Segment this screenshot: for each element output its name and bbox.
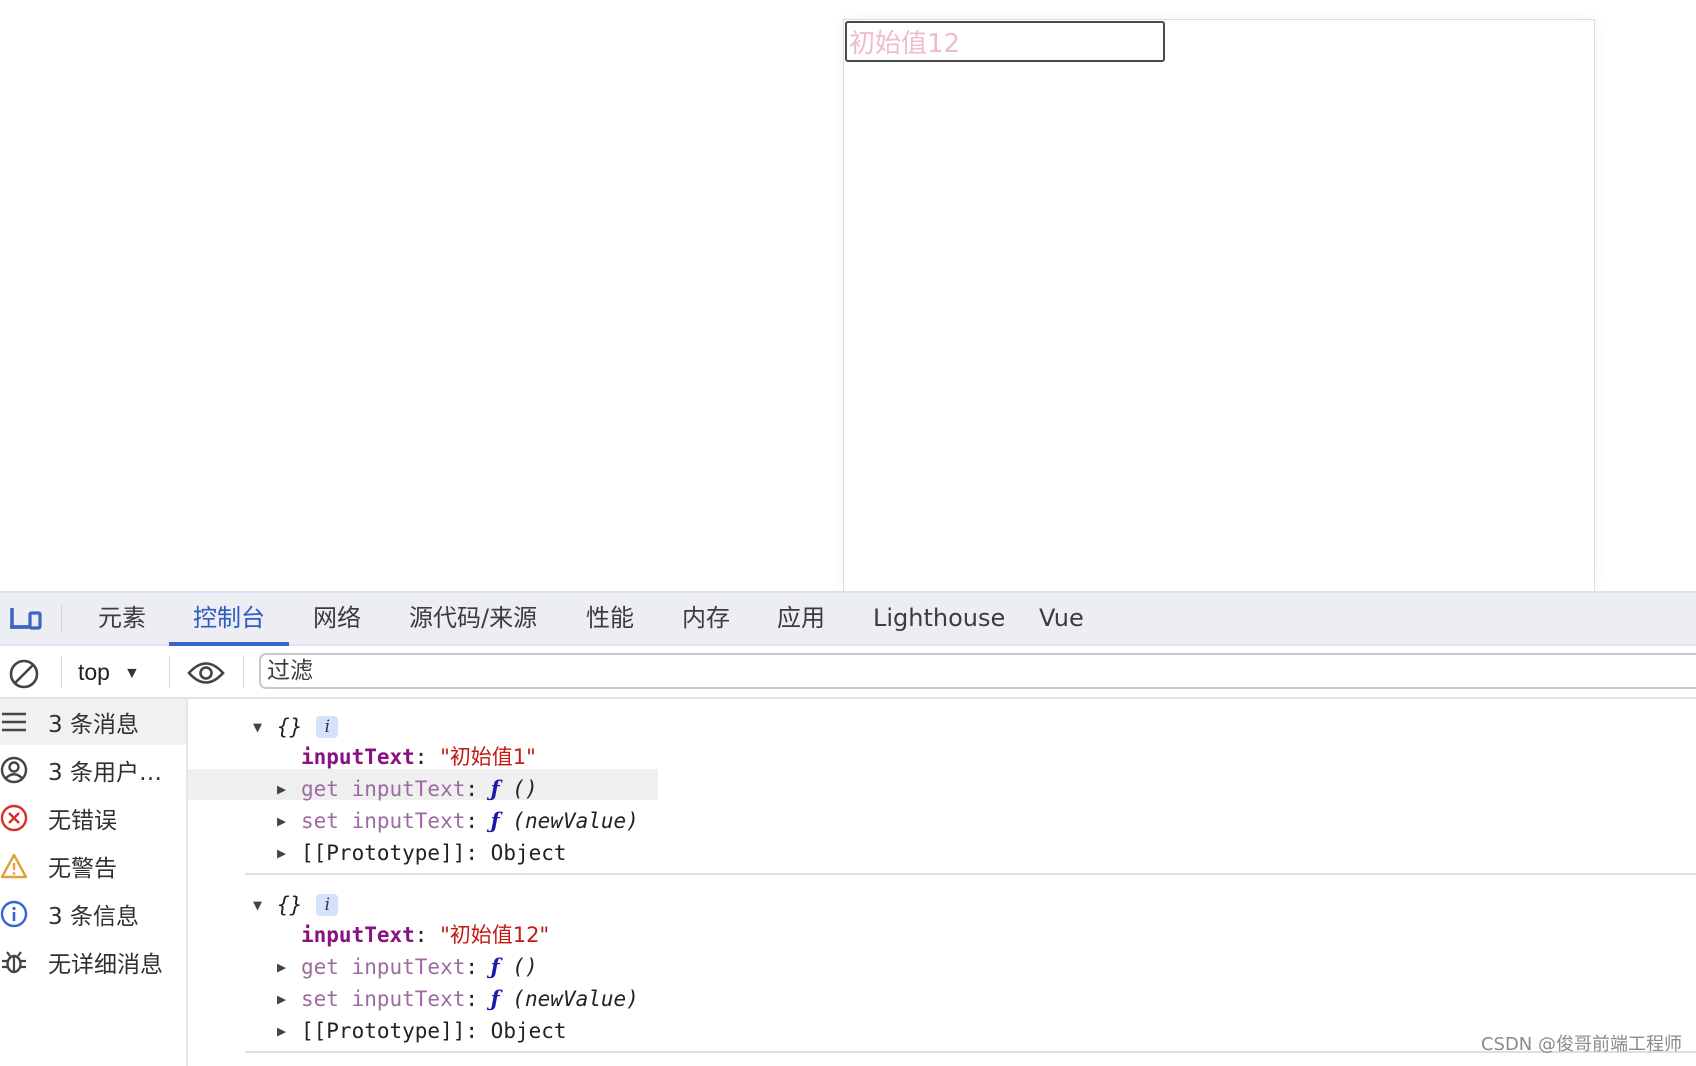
dropdown-caret-icon: ▼ — [123, 665, 140, 682]
page-viewport — [0, 0, 1696, 591]
sidebar-item-label: 无错误 — [48, 808, 117, 834]
info-badge-icon[interactable]: i — [316, 894, 339, 916]
device-preview-frame — [843, 19, 1595, 591]
sidebar-item-errors[interactable]: 无错误 — [0, 795, 186, 841]
clear-console-icon[interactable] — [8, 658, 40, 695]
live-expression-eye-icon[interactable] — [187, 660, 225, 691]
sidebar-item-messages[interactable]: 3 条消息 — [0, 699, 186, 745]
sidebar-item-label: 无警告 — [48, 856, 117, 882]
context-value: top — [78, 659, 110, 685]
setter-row[interactable]: ▶ set inputText: ƒ (newValue) — [277, 805, 639, 837]
function-args: () — [512, 777, 538, 801]
tab-performance[interactable]: 性能 — [562, 593, 658, 644]
console-sidebar: 3 条消息 3 条用户… 无错误 无警告 3 条信息 无详细消息 — [0, 699, 188, 1066]
object-summary-row[interactable]: ▼{} i — [253, 889, 339, 921]
prototype-value: Object — [490, 1019, 567, 1043]
list-icon — [0, 708, 28, 736]
collapsed-triangle-icon[interactable]: ▶ — [277, 1015, 301, 1047]
devtools-panel: 元素 控制台 网络 源代码/来源 性能 内存 应用 Lighthouse Vue… — [0, 591, 1696, 1066]
object-summary: {} — [277, 715, 303, 739]
object-summary: {} — [277, 893, 303, 917]
sidebar-item-verbose[interactable]: 无详细消息 — [0, 939, 186, 985]
tab-console[interactable]: 控制台 — [169, 593, 289, 646]
prototype-value: Object — [490, 841, 567, 865]
filter-input[interactable] — [259, 653, 1696, 689]
expanded-triangle-icon[interactable]: ▼ — [253, 889, 277, 921]
function-glyph: ƒ — [490, 808, 500, 833]
info-badge-icon[interactable]: i — [316, 716, 339, 738]
context-selector[interactable]: top ▼ — [78, 654, 140, 690]
sidebar-item-user-messages[interactable]: 3 条用户… — [0, 747, 186, 793]
tab-memory[interactable]: 内存 — [658, 593, 754, 644]
getter-label: get inputText — [301, 777, 466, 801]
toolbar-separator — [243, 656, 244, 688]
devtools-tab-bar: 元素 控制台 网络 源代码/来源 性能 内存 应用 Lighthouse Vue — [0, 591, 1696, 646]
property-key: inputText — [301, 923, 415, 947]
text-input[interactable] — [845, 21, 1165, 62]
console-toolbar: top ▼ — [0, 646, 1696, 699]
sidebar-item-label: 3 条信息 — [48, 904, 139, 930]
error-icon — [0, 804, 28, 832]
setter-row[interactable]: ▶ set inputText: ƒ (newValue) — [277, 983, 639, 1015]
tab-application[interactable]: 应用 — [753, 593, 849, 644]
console-output: ▼{} i inputText: "初始值1" ▶ get inputText: ƒ… — [188, 699, 1696, 1066]
collapsed-triangle-icon[interactable]: ▶ — [277, 805, 301, 837]
tab-network[interactable]: 网络 — [289, 593, 385, 644]
setter-label: set inputText — [301, 809, 466, 833]
expanded-triangle-icon[interactable]: ▼ — [253, 711, 277, 743]
sidebar-item-label: 3 条用户… — [48, 760, 162, 786]
bug-icon — [0, 948, 28, 976]
function-args: (newValue) — [512, 987, 639, 1011]
function-args: () — [512, 955, 538, 979]
function-args: (newValue) — [512, 809, 639, 833]
getter-label: get inputText — [301, 955, 466, 979]
prototype-row[interactable]: ▶ [[Prototype]]: Object — [277, 837, 567, 869]
info-icon — [0, 900, 28, 928]
sidebar-item-label: 3 条消息 — [48, 712, 139, 738]
console-message: ▼{} i inputText: "初始值1" ▶ get inputText: ƒ… — [188, 699, 1696, 875]
device-toolbar-toggle-icon[interactable] — [8, 605, 42, 633]
prototype-label: [[Prototype]] — [301, 841, 466, 865]
collapsed-triangle-icon[interactable]: ▶ — [277, 773, 301, 805]
warning-icon — [0, 852, 28, 880]
getter-row[interactable]: ▶ get inputText: ƒ () — [277, 951, 538, 983]
function-glyph: ƒ — [490, 776, 500, 801]
prototype-row[interactable]: ▶ [[Prototype]]: Object — [277, 1015, 567, 1047]
property-row: inputText: "初始值12" — [301, 923, 550, 947]
setter-label: set inputText — [301, 987, 466, 1011]
collapsed-triangle-icon[interactable]: ▶ — [277, 951, 301, 983]
console-message: ▼{} i inputText: "初始值12" ▶ get inputText: … — [245, 877, 1696, 1053]
property-value: "初始值1" — [440, 745, 536, 769]
sidebar-item-label: 无详细消息 — [48, 952, 163, 978]
function-glyph: ƒ — [490, 954, 500, 979]
object-summary-row[interactable]: ▼{} i — [253, 711, 339, 743]
toolbar-separator — [169, 656, 170, 688]
sidebar-item-warnings[interactable]: 无警告 — [0, 843, 186, 889]
property-value: "初始值12" — [440, 923, 550, 947]
sidebar-item-info[interactable]: 3 条信息 — [0, 891, 186, 937]
toolbar-separator — [61, 656, 62, 688]
getter-row[interactable]: ▶ get inputText: ƒ () — [277, 773, 538, 805]
collapsed-triangle-icon[interactable]: ▶ — [277, 837, 301, 869]
prototype-label: [[Prototype]] — [301, 1019, 466, 1043]
tab-lighthouse[interactable]: Lighthouse — [849, 593, 1029, 644]
property-row: inputText: "初始值1" — [301, 745, 536, 769]
tab-elements[interactable]: 元素 — [74, 593, 170, 644]
tab-separator — [61, 605, 62, 633]
tab-vue[interactable]: Vue — [1015, 593, 1108, 644]
user-icon — [0, 756, 28, 784]
property-key: inputText — [301, 745, 415, 769]
tab-sources[interactable]: 源代码/来源 — [385, 593, 561, 644]
collapsed-triangle-icon[interactable]: ▶ — [277, 983, 301, 1015]
watermark: CSDN @俊哥前端工程师 — [1480, 1034, 1682, 1055]
function-glyph: ƒ — [490, 986, 500, 1011]
